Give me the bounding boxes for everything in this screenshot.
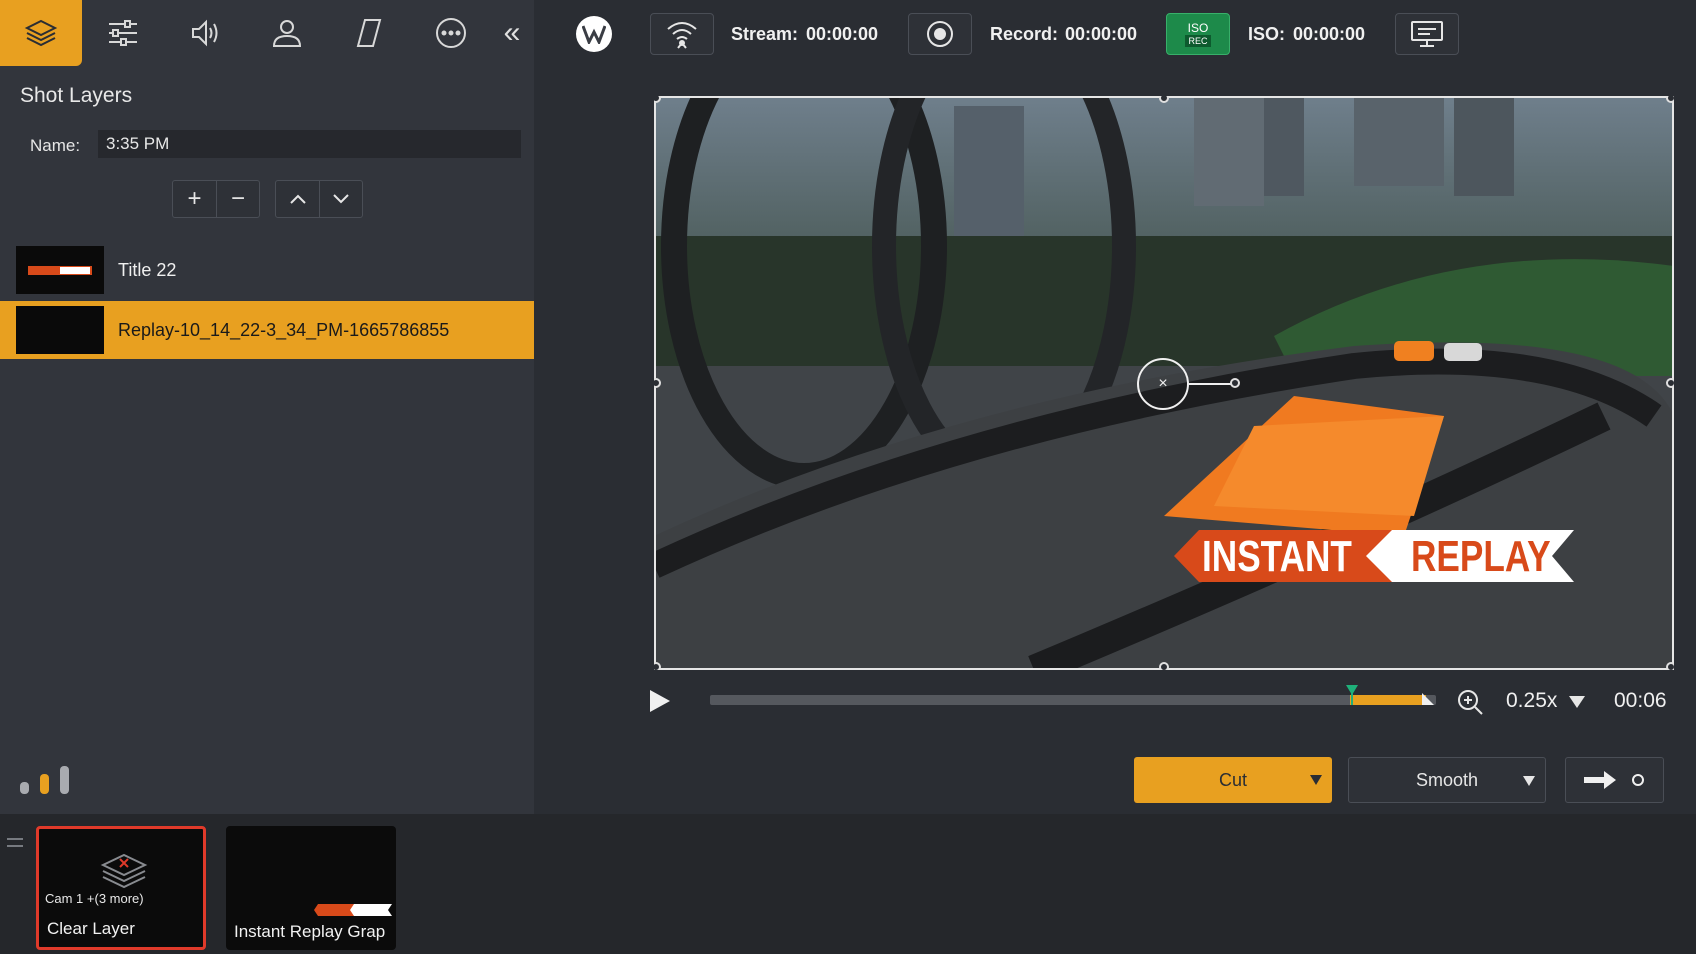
more-icon: [436, 18, 466, 48]
layer-label: Title 22: [118, 259, 177, 280]
reorder-group: [275, 180, 363, 218]
transform-tab[interactable]: [328, 0, 410, 66]
stream-label: Stream:: [731, 24, 799, 44]
preview-canvas[interactable]: INSTANT REPLAY ×: [654, 96, 1674, 670]
layer-thumbnail: [16, 306, 104, 354]
resize-handle-right[interactable]: [1666, 378, 1674, 388]
app-window: « Shot Layers Name: + − Title 22 Replay-…: [0, 0, 1696, 954]
rotation-handle[interactable]: [1230, 378, 1240, 388]
record-button[interactable]: [908, 13, 972, 55]
layer-row-replay[interactable]: Replay-10_14_22-3_34_PM-1665786855: [0, 301, 534, 359]
resize-handle-bottom-right[interactable]: [1666, 662, 1674, 670]
chevron-down-icon: [333, 194, 349, 204]
shot-title: Instant Replay Grap: [234, 922, 386, 941]
person-icon: [272, 20, 302, 47]
move-layer-up-button[interactable]: [276, 181, 319, 217]
top-status-bar: Stream: 00:00:00 Record: 00:00:00 ISO RE…: [534, 0, 1696, 66]
speaker-icon: [192, 19, 218, 47]
speed-dropdown-icon[interactable]: [1569, 696, 1585, 708]
playback-time: 00:06: [1614, 689, 1667, 712]
close-icon: ×: [1158, 375, 1168, 392]
chevron-down-icon[interactable]: [1523, 776, 1535, 786]
sliders-icon: [109, 20, 137, 46]
arrow-right-icon: [1583, 771, 1644, 789]
iso-time: 00:00:00: [1293, 24, 1366, 44]
monitor-icon: [1411, 21, 1443, 47]
take-transition-button[interactable]: [1565, 757, 1664, 803]
collapse-panel-button[interactable]: «: [492, 0, 532, 66]
record-label: Record:: [990, 24, 1059, 44]
collapse-icon: «: [503, 16, 521, 49]
shot-layers-panel: « Shot Layers Name: + − Title 22 Replay-…: [0, 0, 534, 814]
stream-button[interactable]: [650, 13, 714, 55]
iso-rec-badge: REC: [1185, 34, 1211, 47]
iso-badge-text: ISO: [1187, 20, 1209, 35]
move-layer-down-button[interactable]: [319, 181, 362, 217]
audio-level-meter: [20, 766, 69, 794]
playhead[interactable]: [1351, 687, 1353, 705]
adjustments-tab[interactable]: [82, 0, 164, 66]
add-remove-group: + −: [172, 180, 260, 218]
layer-thumbnail: [16, 246, 104, 294]
anchor-point[interactable]: ×: [1137, 358, 1189, 410]
app-logo: [576, 16, 612, 52]
iso-label: ISO:: [1248, 24, 1286, 44]
shot-clear-layer[interactable]: Cam 1 +(3 more) Clear Layer: [36, 826, 206, 950]
panel-title: Shot Layers: [20, 84, 133, 107]
name-label: Name:: [30, 136, 81, 155]
layers-tab[interactable]: [0, 0, 82, 66]
stream-time: 00:00:00: [806, 24, 879, 44]
layer-row-title[interactable]: Title 22: [0, 241, 534, 299]
record-icon: [927, 21, 953, 47]
smooth-transition-button[interactable]: Smooth: [1348, 757, 1546, 803]
play-button[interactable]: [648, 688, 672, 714]
chevron-down-icon[interactable]: [1310, 775, 1322, 785]
shot-subtitle: Cam 1 +(3 more): [45, 891, 144, 906]
replay-range: [1350, 695, 1426, 705]
more-tab[interactable]: [410, 0, 492, 66]
layers-icon: [24, 19, 58, 47]
wifi-icon: [667, 22, 697, 49]
panel-toolbar: «: [0, 0, 534, 66]
iso-record-button[interactable]: ISO REC: [1166, 13, 1230, 55]
plus-icon: +: [187, 185, 202, 212]
cut-transition-button[interactable]: Cut: [1134, 757, 1332, 803]
logo-icon: [582, 25, 606, 44]
zoom-in-icon[interactable]: [1456, 688, 1484, 716]
remove-layer-button[interactable]: −: [216, 181, 259, 217]
shot-title: Clear Layer: [47, 919, 135, 938]
name-input[interactable]: [98, 130, 521, 158]
drag-handle-icon[interactable]: [7, 838, 23, 852]
cut-label: Cut: [1218, 769, 1247, 790]
out-point-marker[interactable]: [1422, 693, 1434, 705]
minus-icon: −: [230, 185, 245, 212]
layers-clear-icon: [100, 853, 148, 889]
output-monitor-button[interactable]: [1395, 13, 1459, 55]
record-time: 00:00:00: [1065, 24, 1138, 44]
playback-speed[interactable]: 0.25x: [1506, 689, 1557, 713]
resize-handle-bottom-left[interactable]: [654, 662, 661, 670]
person-tab[interactable]: [246, 0, 328, 66]
add-layer-button[interactable]: +: [173, 181, 216, 217]
shot-instant-replay-graphic[interactable]: Instant Replay Grap: [226, 826, 396, 950]
layer-label: Replay-10_14_22-3_34_PM-1665786855: [118, 319, 450, 340]
smooth-label: Smooth: [1415, 769, 1479, 790]
resize-handle-top-right[interactable]: [1666, 96, 1674, 103]
parallelogram-icon: [356, 19, 382, 47]
resize-handle-bottom[interactable]: [1159, 662, 1169, 670]
replay-graphic-thumbnail: [314, 904, 392, 916]
rotation-arm: [1189, 383, 1233, 385]
chevron-up-icon: [289, 194, 306, 204]
audio-tab[interactable]: [164, 0, 246, 66]
timeline-scrubber[interactable]: [710, 685, 1436, 705]
